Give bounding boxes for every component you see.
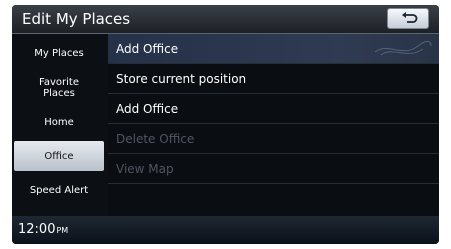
sidebar-item-label: Favorite Places (39, 77, 79, 99)
option-label: Store current position (116, 72, 247, 86)
clock: 12:00PM (18, 222, 68, 239)
option-add-office[interactable]: Add Office (108, 94, 439, 124)
section-title: Add Office (116, 42, 179, 56)
clock-ampm: PM (56, 226, 69, 235)
sidebar-item-favorite-places[interactable]: Favorite Places (14, 72, 104, 104)
option-label: Delete Office (116, 132, 195, 146)
back-button[interactable] (387, 8, 429, 29)
options-panel: Add Office Store current position Add Of… (108, 34, 439, 216)
sidebar-item-my-places[interactable]: My Places (14, 38, 104, 68)
option-delete-office: Delete Office (108, 124, 439, 154)
option-view-map: View Map (108, 154, 439, 184)
option-store-current-position[interactable]: Store current position (108, 64, 439, 94)
sidebar-item-label: Office (44, 150, 74, 162)
title-bar: Edit My Places (12, 5, 439, 34)
status-bar: 12:00PM (12, 216, 439, 244)
section-header: Add Office (108, 34, 439, 64)
page-title: Edit My Places (22, 10, 131, 28)
sidebar-item-label: Home (44, 117, 74, 128)
sidebar-item-speed-alert[interactable]: Speed Alert (14, 175, 104, 205)
sidebar-item-label: Speed Alert (29, 184, 89, 196)
sidebar-item-office[interactable]: Office (14, 141, 104, 171)
sidebar: My Places Favorite Places Home Office Sp… (12, 34, 108, 216)
decorative-swirl-icon (374, 40, 432, 56)
back-arrow-icon (402, 12, 418, 23)
sidebar-item-home[interactable]: Home (14, 108, 104, 137)
option-label: View Map (116, 162, 174, 176)
screen-frame: Edit My Places My Places Favorite Places… (12, 5, 439, 244)
option-label: Add Office (116, 102, 179, 116)
sidebar-item-label: My Places (34, 47, 84, 59)
clock-time: 12:00 (18, 222, 56, 237)
